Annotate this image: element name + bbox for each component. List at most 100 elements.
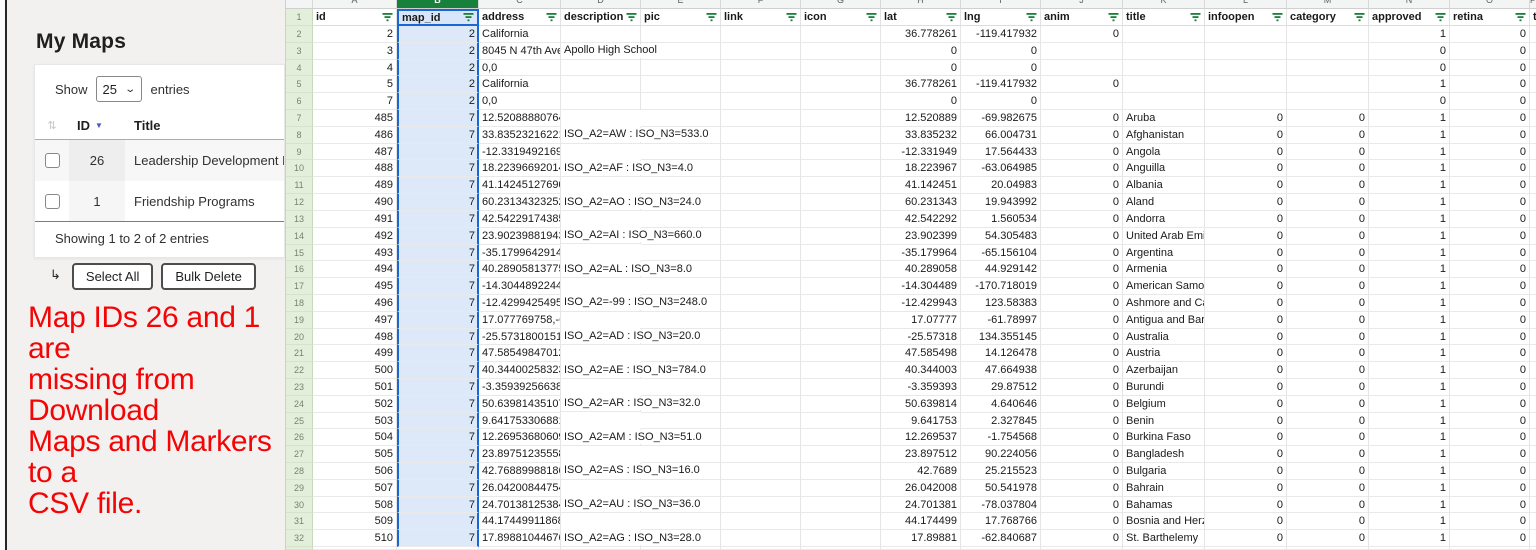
column-header-lng[interactable]: lng (961, 9, 1041, 26)
cell[interactable]: 0 (1205, 228, 1287, 245)
column-header-address[interactable]: address (479, 9, 561, 26)
cell[interactable]: 0 (1287, 463, 1369, 480)
cell[interactable]: 0 (1287, 177, 1369, 194)
cell[interactable]: 486 (313, 127, 397, 144)
cell[interactable]: 7 (397, 261, 479, 278)
filter-icon[interactable] (706, 13, 717, 22)
cell[interactable] (1530, 463, 1536, 480)
select-all-button[interactable]: Select All (72, 263, 153, 290)
row-number[interactable]: 22 (286, 362, 313, 379)
cell[interactable]: 24.70138125384 (479, 497, 561, 514)
cell[interactable]: 0 (1450, 93, 1530, 110)
cell[interactable]: 41.14245127690 (479, 177, 561, 194)
cell[interactable] (801, 177, 881, 194)
cell[interactable]: 0 (1287, 530, 1369, 547)
cell[interactable] (721, 194, 801, 211)
cell[interactable]: 501 (313, 379, 397, 396)
cell[interactable] (721, 43, 801, 60)
cell[interactable] (801, 43, 881, 60)
cell[interactable] (801, 463, 881, 480)
cell[interactable] (801, 26, 881, 43)
cell[interactable]: 23.90239881943 (479, 228, 561, 245)
column-letter-L[interactable]: L (1205, 0, 1287, 9)
cell[interactable]: 47.664938 (961, 362, 1041, 379)
cell[interactable]: -69.982675 (961, 110, 1041, 127)
cell[interactable]: 0 (1287, 110, 1369, 127)
cell[interactable]: Bahrain (1123, 480, 1205, 497)
cell[interactable]: 0 (1205, 295, 1287, 312)
cell[interactable]: 0,0 (479, 93, 561, 110)
cell[interactable]: 2 (397, 93, 479, 110)
cell[interactable] (1123, 93, 1205, 110)
row-number[interactable]: 4 (286, 60, 313, 77)
cell[interactable]: 492 (313, 228, 397, 245)
column-letter-F[interactable]: F (721, 0, 801, 9)
cell[interactable]: 7 (397, 110, 479, 127)
cell[interactable]: 12.269537 (881, 429, 961, 446)
cell[interactable]: 0 (1205, 177, 1287, 194)
cell[interactable] (641, 26, 721, 43)
filter-icon[interactable] (1108, 13, 1119, 22)
row-number[interactable]: 15 (286, 245, 313, 262)
cell[interactable]: Apollo High School (561, 43, 641, 60)
cell[interactable]: ISO_A2=AE : ISO_N3=784.0 (561, 362, 641, 379)
cell[interactable] (641, 278, 721, 295)
row-number[interactable]: 30 (286, 497, 313, 514)
filter-icon[interactable] (1515, 13, 1526, 22)
cell[interactable]: 0 (1287, 312, 1369, 329)
cell[interactable]: 40.28905813775 (479, 261, 561, 278)
cell[interactable]: 504 (313, 429, 397, 446)
cell[interactable]: 0 (1450, 396, 1530, 413)
cell[interactable]: 36.778261 (881, 76, 961, 93)
cell[interactable]: Ashmore and Ca (1123, 295, 1205, 312)
cell[interactable]: 1 (1369, 396, 1450, 413)
cell[interactable] (1041, 43, 1123, 60)
cell[interactable]: 12.26953680609 (479, 429, 561, 446)
cell[interactable]: ISO_A2=AG : ISO_N3=28.0 (561, 530, 641, 547)
cell[interactable] (1530, 76, 1536, 93)
cell[interactable]: 509 (313, 513, 397, 530)
cell[interactable]: 7 (397, 329, 479, 346)
cell[interactable]: 0 (1450, 211, 1530, 228)
cell[interactable] (721, 429, 801, 446)
cell[interactable]: 3 (313, 43, 397, 60)
cell[interactable]: 7 (397, 396, 479, 413)
cell[interactable]: 29.87512 (961, 379, 1041, 396)
cell[interactable]: Burkina Faso (1123, 429, 1205, 446)
cell[interactable]: 7 (397, 127, 479, 144)
cell[interactable]: 7 (397, 429, 479, 446)
cell[interactable]: Anguilla (1123, 160, 1205, 177)
cell[interactable] (1530, 228, 1536, 245)
cell[interactable]: Angola (1123, 144, 1205, 161)
column-letter-J[interactable]: J (1041, 0, 1123, 9)
row-number[interactable]: 26 (286, 429, 313, 446)
cell[interactable]: 0 (1287, 245, 1369, 262)
cell[interactable] (1530, 261, 1536, 278)
cell[interactable] (721, 329, 801, 346)
cell[interactable] (721, 278, 801, 295)
cell[interactable]: 7 (397, 228, 479, 245)
cell[interactable]: 123.58383 (961, 295, 1041, 312)
row-number[interactable]: 29 (286, 480, 313, 497)
cell[interactable]: 0 (1041, 160, 1123, 177)
cell[interactable]: 1 (1369, 329, 1450, 346)
bulk-delete-button[interactable]: Bulk Delete (161, 263, 255, 290)
cell[interactable]: St. Barthelemy (1123, 530, 1205, 547)
cell[interactable]: -3.35939256638 (479, 379, 561, 396)
cell[interactable]: 0 (1450, 261, 1530, 278)
filter-icon[interactable] (1435, 13, 1446, 22)
cell[interactable]: 0 (1287, 278, 1369, 295)
cell[interactable]: 500 (313, 362, 397, 379)
cell[interactable]: -14.304489 (881, 278, 961, 295)
cell[interactable]: 12.520889 (881, 110, 961, 127)
cell[interactable] (641, 513, 721, 530)
cell[interactable]: 2 (313, 26, 397, 43)
cell[interactable]: Armenia (1123, 261, 1205, 278)
cell[interactable]: 0 (1205, 127, 1287, 144)
cell[interactable]: 0 (1041, 446, 1123, 463)
cell[interactable] (641, 312, 721, 329)
cell[interactable] (721, 211, 801, 228)
cell[interactable]: 0 (1205, 530, 1287, 547)
cell[interactable] (1041, 93, 1123, 110)
column-header-title[interactable]: title (1123, 9, 1205, 26)
